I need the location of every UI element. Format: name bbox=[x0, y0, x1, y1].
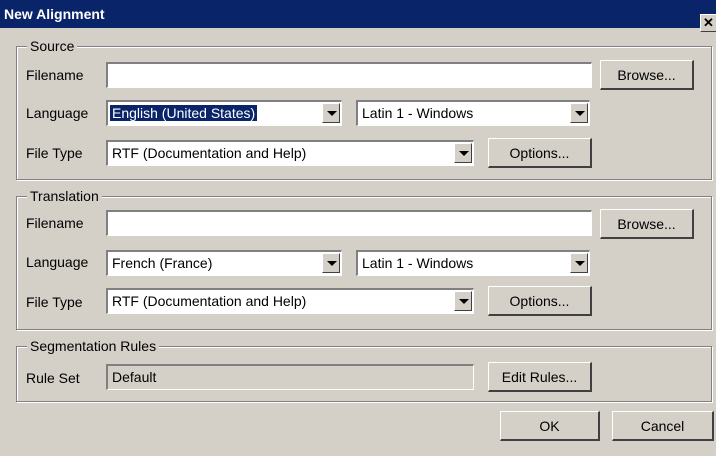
cancel-button[interactable]: Cancel bbox=[612, 411, 714, 441]
source-encoding-value: Latin 1 - Windows bbox=[362, 105, 474, 121]
translation-encoding-value: Latin 1 - Windows bbox=[362, 255, 474, 271]
translation-filename-label: Filename bbox=[26, 215, 84, 231]
source-language-label: Language bbox=[26, 105, 89, 121]
source-browse-button[interactable]: Browse... bbox=[600, 60, 694, 90]
window-title: New Alignment bbox=[4, 6, 105, 22]
translation-legend: Translation bbox=[27, 188, 102, 204]
source-legend: Source bbox=[27, 38, 78, 54]
chevron-down-icon[interactable] bbox=[322, 103, 340, 123]
source-filetype-label: File Type bbox=[26, 145, 83, 161]
translation-language-select[interactable]: French (France) bbox=[106, 250, 342, 276]
chevron-down-icon[interactable] bbox=[322, 253, 340, 273]
source-filetype-value: RTF (Documentation and Help) bbox=[112, 145, 307, 161]
source-language-value: English (United States) bbox=[108, 104, 259, 122]
new-alignment-dialog: New Alignment ✕ Source Filename Browse..… bbox=[0, 0, 716, 456]
chevron-down-icon[interactable] bbox=[454, 143, 472, 163]
segmentation-legend: Segmentation Rules bbox=[27, 338, 160, 354]
translation-options-button[interactable]: Options... bbox=[488, 286, 592, 316]
translation-language-label: Language bbox=[26, 254, 89, 270]
source-language-select[interactable]: English (United States) bbox=[106, 100, 342, 126]
translation-encoding-select[interactable]: Latin 1 - Windows bbox=[356, 250, 590, 276]
source-filename-label: Filename bbox=[26, 67, 84, 83]
translation-filetype-label: File Type bbox=[26, 294, 83, 310]
translation-filename-input[interactable] bbox=[106, 210, 592, 236]
source-encoding-select[interactable]: Latin 1 - Windows bbox=[356, 100, 590, 126]
ruleset-label: Rule Set bbox=[26, 370, 80, 386]
ruleset-field: Default bbox=[106, 364, 474, 390]
close-icon[interactable]: ✕ bbox=[700, 14, 716, 32]
chevron-down-icon[interactable] bbox=[454, 291, 472, 311]
edit-rules-button[interactable]: Edit Rules... bbox=[488, 362, 592, 392]
chevron-down-icon[interactable] bbox=[570, 103, 588, 123]
source-filetype-select[interactable]: RTF (Documentation and Help) bbox=[106, 140, 474, 166]
translation-filetype-value: RTF (Documentation and Help) bbox=[112, 293, 307, 309]
translation-browse-button[interactable]: Browse... bbox=[600, 209, 694, 239]
ruleset-value: Default bbox=[112, 369, 157, 385]
chevron-down-icon[interactable] bbox=[570, 253, 588, 273]
title-bar[interactable]: New Alignment bbox=[0, 0, 716, 28]
translation-language-value: French (France) bbox=[112, 255, 213, 271]
source-options-button[interactable]: Options... bbox=[488, 138, 592, 168]
translation-filetype-select[interactable]: RTF (Documentation and Help) bbox=[106, 288, 474, 314]
ok-button[interactable]: OK bbox=[500, 411, 600, 441]
source-filename-input[interactable] bbox=[106, 62, 592, 88]
